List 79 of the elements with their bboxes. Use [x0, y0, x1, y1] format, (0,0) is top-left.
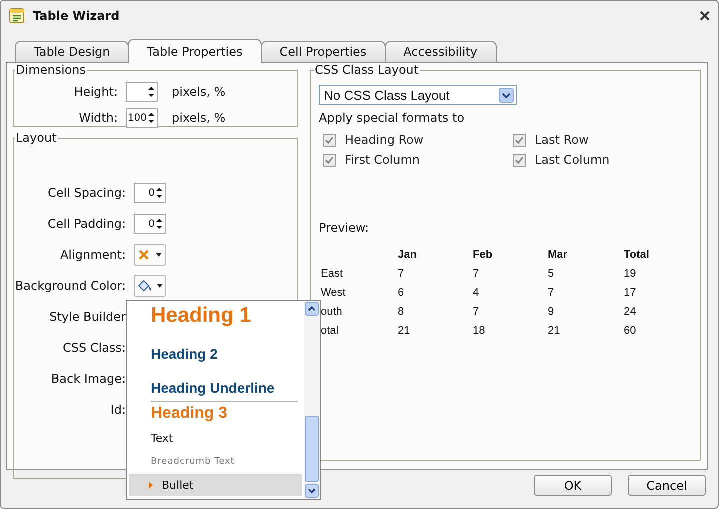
color-picker[interactable]	[134, 275, 166, 297]
caret-icon	[157, 284, 163, 288]
field-label: Background Color:	[14, 279, 127, 293]
checkbox-label: First Column	[345, 153, 420, 167]
table-cell-text: outh	[321, 306, 344, 318]
table-cell-text: 6	[398, 286, 406, 298]
table-cell-text: 60	[624, 324, 638, 336]
tab[interactable]: Cell Properties	[260, 41, 386, 62]
table-cell-text: West	[321, 286, 347, 298]
menu-item[interactable]: Heading Underline	[151, 375, 298, 402]
field-label: Style Builder	[48, 310, 127, 324]
field-label: CSS Class:	[62, 341, 127, 355]
preview-label: Preview:	[319, 221, 370, 235]
field-label: Cell Padding:	[46, 217, 127, 231]
dialog-button[interactable]: Cancel	[628, 475, 706, 496]
cross-icon	[138, 249, 150, 261]
table-cell-text: 7	[548, 286, 556, 298]
field-label: Id:	[110, 403, 127, 417]
tab[interactable]: Accessibility	[384, 41, 497, 62]
field-label: Height:	[73, 85, 119, 99]
close-icon[interactable]	[700, 11, 710, 21]
window-title: Table Wizard	[33, 9, 120, 23]
table-cell-text: 19	[624, 268, 638, 280]
spin-arrows-icon[interactable]	[148, 112, 155, 124]
unit-label: pixels, %	[172, 85, 226, 99]
spin-field[interactable]: 100	[126, 108, 158, 128]
menu-item[interactable]: Bullet	[129, 474, 302, 496]
scrollbar[interactable]	[304, 301, 320, 499]
column-header: Total	[624, 248, 650, 260]
table-cell-text: 8	[398, 306, 406, 318]
checkbox-label: Heading Row	[345, 133, 424, 147]
spin-field[interactable]: 0	[134, 214, 166, 234]
scroll-up-icon[interactable]	[305, 302, 319, 316]
field-label: Cell Spacing:	[46, 186, 127, 200]
caret-icon	[156, 253, 162, 257]
spin-field[interactable]: 0	[134, 183, 166, 203]
document-icon	[9, 8, 25, 24]
table-cell-text: 24	[624, 306, 638, 318]
field-label: Back Image:	[50, 372, 127, 386]
table-cell-text: 21	[398, 324, 412, 336]
spin-arrows-icon[interactable]	[156, 187, 163, 199]
spin-arrows-icon[interactable]	[156, 218, 163, 230]
column-header: Mar	[548, 248, 569, 260]
scroll-thumb[interactable]	[305, 416, 319, 482]
spin-field[interactable]	[126, 82, 158, 102]
table-cell-text: East	[321, 268, 344, 280]
menu-item[interactable]: Breadcrumb Text	[129, 450, 302, 474]
alignment-picker[interactable]	[134, 244, 166, 266]
table-cell-text: 7	[473, 306, 480, 318]
group-title: CSS Class Layout	[314, 63, 420, 77]
tab[interactable]: Table Design	[15, 41, 130, 62]
table-cell-text: otal	[321, 324, 340, 336]
table-cell-text: 17	[624, 286, 638, 298]
checkbox-label: Last Row	[535, 133, 589, 147]
column-header: Jan	[398, 248, 418, 260]
table-cell-text: 7	[473, 268, 480, 280]
table-cell-text: 7	[398, 268, 406, 280]
bullet-icon	[149, 482, 153, 488]
group-title: Layout	[15, 131, 58, 145]
unit-label: pixels, %	[172, 111, 226, 125]
checkbox-label: Last Column	[535, 153, 610, 167]
menu-item[interactable]: Heading 2	[129, 339, 302, 369]
field-label: Width:	[78, 111, 119, 125]
table-cell-text: 18	[473, 324, 486, 336]
group-title: Dimensions	[15, 63, 88, 77]
column-header: Feb	[473, 248, 494, 260]
menu-item[interactable]: Text	[129, 426, 302, 450]
table-cell-text: 9	[548, 306, 556, 318]
tab[interactable]: Table Properties	[128, 39, 262, 63]
scroll-down-icon[interactable]	[305, 484, 319, 498]
dialog-button[interactable]: OK	[534, 475, 612, 496]
paint-bucket-icon	[137, 279, 153, 293]
table-cell-text: 21	[548, 324, 562, 336]
field-label: Alignment:	[59, 248, 127, 262]
table-cell-text: 5	[548, 268, 556, 280]
section-label: Apply special formats to	[319, 111, 466, 125]
spin-arrows-icon[interactable]	[148, 86, 155, 98]
table-cell-text: 4	[473, 286, 480, 298]
layout-dropdown[interactable]: No CSS Class Layout	[319, 85, 517, 105]
